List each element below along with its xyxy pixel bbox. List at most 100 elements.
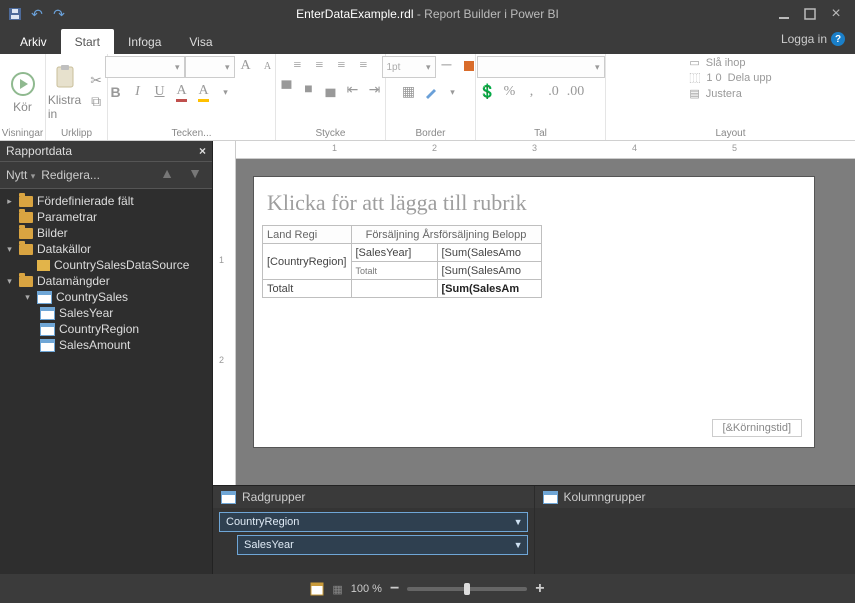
cell-salesyear[interactable]: [SalesYear] [351, 244, 437, 262]
move-up-icon[interactable]: ▲ [156, 165, 178, 185]
ribbon-group-font: ▾ ▾ A A B I U A A ▾ Tecken... [108, 54, 276, 140]
tab-infoga[interactable]: Infoga [114, 29, 175, 54]
login-link[interactable]: Logga in ? [781, 32, 845, 46]
border-more-dropdown[interactable]: ▾ [442, 82, 464, 102]
redo-icon[interactable]: ↷ [48, 3, 70, 25]
align-button[interactable]: ▤Justera [689, 87, 741, 100]
font-color-icon[interactable]: A [171, 82, 193, 102]
col-header-sales[interactable]: Försäljning Årsförsäljning Belopp [351, 226, 541, 244]
tree-node-field-salesyear[interactable]: SalesYear [0, 305, 212, 321]
font-more-dropdown[interactable]: ▾ [215, 82, 237, 102]
panel-close-icon[interactable]: × [199, 144, 206, 158]
minimize-icon[interactable] [775, 5, 793, 23]
cell-countryregion[interactable]: [CountryRegion] [263, 244, 352, 280]
ribbon-group-border: 1pt▾ ─ ▦ ▾ Border [386, 54, 476, 140]
cell-sum2[interactable]: [Sum(SalesAmo [437, 262, 541, 280]
folder-icon [19, 276, 33, 287]
maximize-icon[interactable] [801, 5, 819, 23]
datasource-icon [37, 260, 50, 271]
dataset-icon [37, 291, 52, 304]
currency-icon[interactable]: 💲 [477, 82, 499, 102]
dec-inc-icon[interactable]: .0 [543, 82, 565, 102]
move-down-icon[interactable]: ▼ [184, 165, 206, 185]
border-style-icon[interactable]: ─ [436, 56, 458, 76]
close-icon[interactable]: × [827, 5, 845, 23]
zoom-thumb[interactable] [464, 583, 470, 595]
tree-node-field-salesamount[interactable]: SalesAmount [0, 337, 212, 353]
border-width-dropdown[interactable]: 1pt▾ [382, 56, 436, 78]
status-bar: ▦ 100 % − + [0, 574, 855, 603]
run-button[interactable]: Kör [7, 68, 39, 116]
edit-button[interactable]: Redigera... [41, 168, 100, 182]
merge-button[interactable]: ▭Slå ihop [689, 56, 745, 69]
fill-color-icon[interactable]: A [193, 82, 215, 102]
ruler-horizontal[interactable]: 12345 [236, 141, 855, 159]
underline-icon[interactable]: U [149, 82, 171, 102]
ruler-vertical[interactable]: 12 [213, 159, 236, 485]
tree-node-images[interactable]: Bilder [0, 225, 212, 241]
pen-icon[interactable] [420, 82, 442, 102]
folder-icon [19, 196, 33, 207]
percent-icon[interactable]: % [499, 82, 521, 102]
split-button[interactable]: ⿲1 0 Dela upp [689, 70, 771, 86]
tree-node-builtin[interactable]: ▸Fördefinierade fält [0, 193, 212, 209]
chevron-down-icon[interactable]: ▼ [514, 540, 523, 550]
cell-sum1[interactable]: [Sum(SalesAmo [437, 244, 541, 262]
new-button[interactable]: Nytt ▾ [6, 168, 35, 182]
align-center-icon[interactable]: ≡ [309, 56, 331, 76]
tab-start[interactable]: Start [61, 29, 114, 54]
number-format-dropdown[interactable]: ▾ [477, 56, 605, 78]
bold-icon[interactable]: B [105, 82, 127, 102]
valign-middle-icon[interactable]: ■ [298, 80, 320, 100]
preview-view-icon[interactable]: ▦ [332, 583, 342, 596]
valign-bottom-icon[interactable]: ▄ [320, 80, 342, 100]
tree-node-ds1[interactable]: CountrySalesDataSource [0, 257, 212, 273]
grouping-pane: Radgrupper CountryRegion▼ SalesYear▼ Kol… [213, 485, 855, 574]
tree-node-datasets[interactable]: ▾Datamängder [0, 273, 212, 289]
valign-top-icon[interactable]: ▀ [276, 80, 298, 100]
execution-time-box[interactable]: [&Körningstid] [712, 419, 802, 437]
tree-node-field-countryregion[interactable]: CountryRegion [0, 321, 212, 337]
title-filename: EnterDataExample.rdl [296, 7, 413, 21]
cell-total-label[interactable]: Totalt [263, 280, 352, 298]
report-page[interactable]: Klicka för att lägga till rubrik Land Re… [254, 177, 814, 447]
tree-node-datasources[interactable]: ▾Datakällor [0, 241, 212, 257]
align-left-icon[interactable]: ≡ [287, 56, 309, 76]
font-family-dropdown[interactable]: ▾ [105, 56, 185, 78]
tab-arkiv[interactable]: Arkiv [6, 29, 61, 54]
chevron-down-icon[interactable]: ▼ [514, 517, 523, 527]
group-label-paragraph: Stycke [315, 128, 345, 140]
table-icon [543, 491, 558, 504]
dec-dec-icon[interactable]: .00 [565, 82, 587, 102]
zoom-slider[interactable] [407, 587, 527, 591]
help-icon[interactable]: ? [831, 32, 845, 46]
undo-icon[interactable]: ↶ [26, 3, 48, 25]
tablix[interactable]: Land Regi Försäljning Årsförsäljning Bel… [262, 225, 542, 298]
tab-visa[interactable]: Visa [175, 29, 226, 54]
align-right-icon[interactable]: ≡ [331, 56, 353, 76]
indent-dec-icon[interactable]: ⇤ [342, 80, 364, 100]
borders-icon[interactable]: ▦ [398, 82, 420, 102]
grow-font-icon[interactable]: A [235, 56, 257, 76]
cell-sum3[interactable]: [Sum(SalesAm [437, 280, 541, 298]
design-canvas[interactable]: Klicka för att lägga till rubrik Land Re… [236, 159, 855, 485]
italic-icon[interactable]: I [127, 82, 149, 102]
zoom-in-icon[interactable]: + [535, 580, 544, 598]
align-icon: ▤ [689, 87, 699, 100]
save-icon[interactable] [4, 3, 26, 25]
cell-subtotal-label[interactable]: Totalt [351, 262, 437, 280]
design-view-icon[interactable] [310, 582, 324, 596]
zoom-out-icon[interactable]: − [390, 580, 399, 598]
tree-node-params[interactable]: Parametrar [0, 209, 212, 225]
comma-icon[interactable]: , [521, 82, 543, 102]
font-size-dropdown[interactable]: ▾ [185, 56, 235, 78]
tree-node-set1[interactable]: ▾CountrySales [0, 289, 212, 305]
row-group-salesyear[interactable]: SalesYear▼ [237, 535, 528, 555]
justify-icon[interactable]: ≡ [353, 56, 375, 76]
col-header-country[interactable]: Land Regi [263, 226, 352, 244]
row-group-countryregion[interactable]: CountryRegion▼ [219, 512, 528, 532]
title-placeholder[interactable]: Klicka för att lägga till rubrik [262, 185, 802, 221]
cell-total-empty[interactable] [351, 280, 437, 298]
group-label-views: Visningar [2, 128, 44, 140]
paste-button[interactable]: Klistra in [46, 61, 83, 123]
